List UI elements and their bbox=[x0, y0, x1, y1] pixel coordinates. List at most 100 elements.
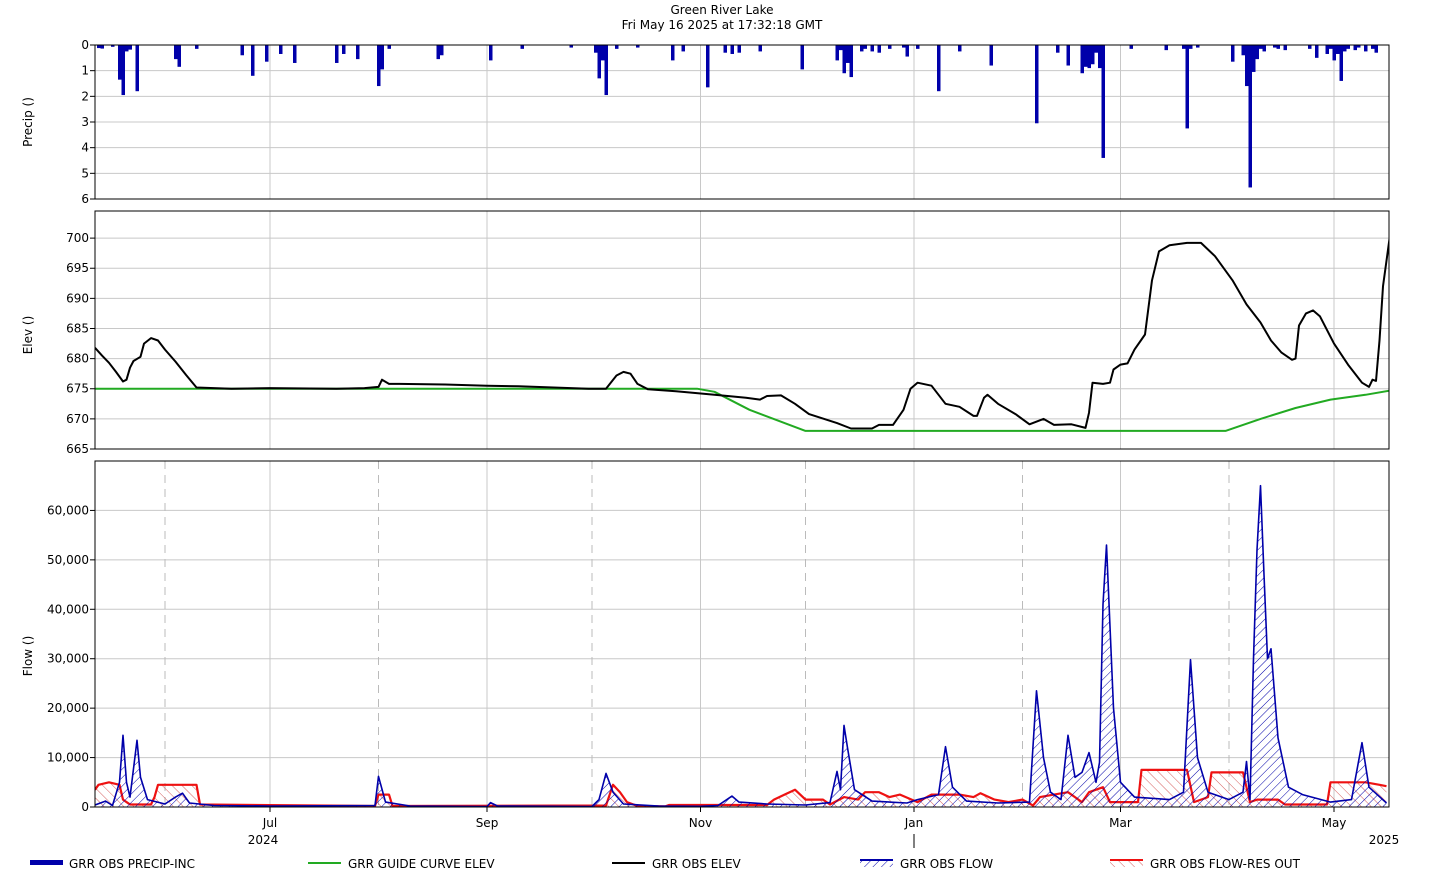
precip-bar bbox=[835, 45, 839, 61]
elevation-y-axis-label: Elev () bbox=[21, 316, 35, 355]
precip-bar bbox=[1259, 45, 1263, 49]
precip-bar bbox=[195, 45, 199, 49]
precip-bar bbox=[1087, 45, 1091, 69]
x-tick-label: Jan bbox=[904, 816, 924, 830]
precip-bar bbox=[1189, 45, 1193, 49]
flow-panel: 0 10,000 20,000 30,000 40,000 50,000 60,000 Fl… bbox=[21, 460, 1400, 848]
precip-bar bbox=[1339, 45, 1343, 81]
precip-bar bbox=[723, 45, 727, 53]
precip-bar bbox=[1329, 45, 1333, 49]
precip-bar bbox=[128, 45, 132, 50]
precip-bar bbox=[520, 45, 524, 49]
precip-bar bbox=[800, 45, 804, 70]
precip-y-axis-label: Precip () bbox=[21, 97, 35, 147]
x-year-label: 2024 bbox=[248, 833, 279, 847]
y-tick-label: 60,000 bbox=[47, 503, 89, 517]
guide-curve-line bbox=[95, 387, 1389, 432]
legend-label-guide-curve: GRR GUIDE CURVE ELEV bbox=[348, 857, 495, 871]
precip-bar bbox=[1101, 45, 1105, 158]
y-tick-label: 700 bbox=[66, 231, 89, 245]
precip-bar bbox=[135, 45, 139, 92]
legend-label-precip: GRR OBS PRECIP-INC bbox=[69, 857, 195, 871]
y-tick-label: 1 bbox=[81, 64, 89, 78]
precip-bar bbox=[846, 45, 850, 63]
hydrograph-chart: Green River Lake Fri May 16 2025 at 17:3… bbox=[21, 3, 1400, 871]
precip-bar bbox=[989, 45, 993, 66]
x-tick-label: Sep bbox=[476, 816, 499, 830]
legend-label-obs-flow: GRR OBS FLOW bbox=[900, 857, 993, 871]
precip-bar bbox=[342, 45, 346, 54]
precip-bar bbox=[1283, 45, 1287, 51]
flow-y-ticks: 0 10,000 20,000 30,000 40,000 50,000 60,000 bbox=[47, 503, 95, 814]
precip-bar bbox=[1353, 45, 1357, 51]
precip-bar bbox=[1332, 45, 1336, 61]
precip-bar bbox=[1245, 45, 1249, 87]
precip-bar bbox=[1308, 45, 1312, 49]
precip-bar bbox=[1276, 45, 1280, 49]
x-tick-label: May bbox=[1322, 816, 1347, 830]
precip-bar bbox=[842, 45, 846, 74]
legend: GRR OBS PRECIP-INC GRR GUIDE CURVE ELEV … bbox=[30, 857, 1301, 871]
precip-bar bbox=[1248, 45, 1252, 188]
precip-bar bbox=[671, 45, 675, 61]
y-tick-label: 5 bbox=[81, 166, 89, 180]
precip-bar bbox=[1080, 45, 1084, 74]
elevation-frame bbox=[94, 210, 1390, 450]
x-tick-label: Nov bbox=[689, 816, 712, 830]
precip-bar bbox=[251, 45, 255, 76]
precip-bar bbox=[279, 45, 283, 54]
elevation-y-ticks: 665 670 675 680 685 690 695 700 bbox=[66, 231, 95, 456]
precip-bar bbox=[100, 45, 104, 49]
precip-bar bbox=[1262, 45, 1266, 52]
chart-title: Green River Lake bbox=[670, 3, 773, 17]
precip-bar bbox=[958, 45, 962, 52]
precip-bar bbox=[1035, 45, 1039, 124]
legend-item-obs-elev: GRR OBS ELEV bbox=[612, 857, 742, 871]
x-tick-label: Jul bbox=[262, 816, 277, 830]
precip-grid bbox=[95, 44, 1389, 200]
precip-bar bbox=[1231, 45, 1235, 62]
legend-item-guide-curve: GRR GUIDE CURVE ELEV bbox=[308, 857, 495, 871]
legend-label-obs-elev: GRR OBS ELEV bbox=[652, 857, 742, 871]
precip-bar bbox=[265, 45, 269, 62]
precip-y-ticks: 0 1 2 3 4 5 6 bbox=[81, 38, 95, 206]
elevation-grid bbox=[95, 211, 1389, 450]
precip-bar bbox=[240, 45, 244, 56]
precip-bar bbox=[1374, 45, 1378, 53]
precip-bar bbox=[681, 45, 685, 52]
precip-bar bbox=[387, 45, 391, 49]
precip-bar bbox=[706, 45, 710, 88]
precip-bar bbox=[1346, 45, 1350, 49]
y-tick-label: 30,000 bbox=[47, 652, 89, 666]
legend-swatch-obs-flow bbox=[860, 860, 893, 867]
y-tick-label: 2 bbox=[81, 89, 89, 103]
precip-panel: 0 1 2 3 4 5 6 Precip () bbox=[21, 38, 1390, 206]
precip-bar bbox=[1091, 45, 1095, 65]
y-tick-label: 40,000 bbox=[47, 602, 89, 616]
precip-bar bbox=[888, 45, 892, 49]
precip-bar bbox=[1129, 45, 1133, 49]
precip-bar bbox=[1325, 45, 1329, 54]
y-tick-label: 665 bbox=[66, 442, 89, 456]
legend-swatch-res-out bbox=[1110, 860, 1143, 867]
elevation-lines bbox=[95, 235, 1389, 432]
x-year-label: 2025 bbox=[1369, 833, 1400, 847]
y-tick-label: 6 bbox=[81, 192, 89, 206]
y-tick-label: 0 bbox=[81, 800, 89, 814]
precip-bar bbox=[436, 45, 440, 60]
y-tick-label: 695 bbox=[66, 261, 89, 275]
precip-bar bbox=[177, 45, 181, 67]
precip-bar bbox=[1084, 45, 1088, 67]
precip-bar bbox=[1056, 45, 1060, 53]
precip-bar bbox=[1164, 45, 1168, 51]
obs-elev-line bbox=[95, 235, 1389, 430]
precip-bar bbox=[905, 45, 909, 57]
precip-bar bbox=[1315, 45, 1319, 58]
legend-item-precip: GRR OBS PRECIP-INC bbox=[30, 857, 195, 871]
precip-bar bbox=[174, 45, 178, 60]
precip-bar bbox=[125, 45, 129, 52]
precip-bar bbox=[737, 45, 741, 53]
precip-bar bbox=[293, 45, 297, 63]
y-tick-label: 4 bbox=[81, 141, 89, 155]
precip-bar bbox=[118, 45, 122, 80]
